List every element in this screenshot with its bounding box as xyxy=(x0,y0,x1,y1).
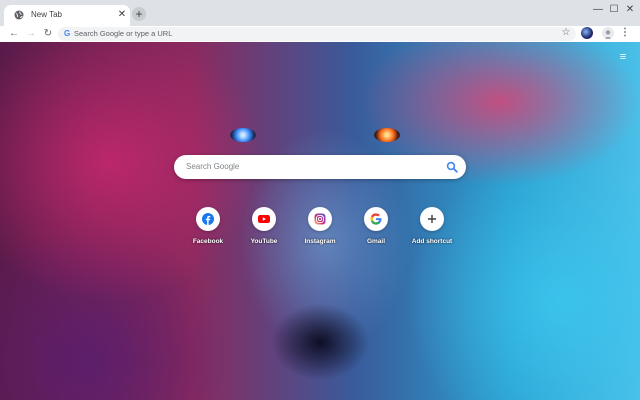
shortcut-tile[interactable] xyxy=(308,207,332,231)
omnibox[interactable]: G Search Google or type a URL xyxy=(58,27,576,41)
shortcut-facebook[interactable]: Facebook xyxy=(179,207,237,249)
plus-icon xyxy=(427,214,437,224)
profile-avatar-icon[interactable] xyxy=(602,27,614,39)
youtube-icon xyxy=(258,215,270,223)
shortcut-label: YouTube xyxy=(250,238,278,245)
new-tab-page: ≡ Search Google Facebook YouTube Instagr… xyxy=(0,42,640,400)
shortcut-tile[interactable] xyxy=(420,207,444,231)
toolbar: ← → ↻ G Search Google or type a URL xyxy=(0,26,640,42)
window-close-button[interactable]: ✕ xyxy=(622,3,638,17)
search-icon[interactable] xyxy=(446,161,458,173)
maximize-button[interactable]: ☐ xyxy=(606,3,622,17)
facebook-icon xyxy=(202,213,214,225)
tab-close-icon[interactable]: ✕ xyxy=(116,9,128,21)
wallpaper-left-eye xyxy=(230,128,256,142)
shortcut-add[interactable]: Add shortcut xyxy=(403,207,461,249)
reload-button[interactable]: ↻ xyxy=(41,27,55,41)
search-placeholder[interactable]: Search Google xyxy=(186,162,239,172)
wallpaper-right-eye xyxy=(374,128,400,142)
shortcut-gmail[interactable]: Gmail xyxy=(347,207,405,249)
minimize-button[interactable]: — xyxy=(590,3,606,17)
tab-new-tab[interactable]: New Tab ✕ xyxy=(4,5,130,26)
shortcut-youtube[interactable]: YouTube xyxy=(235,207,293,249)
shortcut-tile[interactable] xyxy=(252,207,276,231)
bookmark-star-icon[interactable]: ☆ xyxy=(560,27,572,39)
customize-menu-icon[interactable]: ≡ xyxy=(617,52,629,63)
forward-button[interactable]: → xyxy=(24,27,38,41)
shortcut-tile[interactable] xyxy=(196,207,220,231)
new-tab-button[interactable]: + xyxy=(132,7,146,21)
globe-icon xyxy=(14,10,24,20)
google-search-box[interactable]: Search Google xyxy=(174,155,466,179)
back-button[interactable]: ← xyxy=(7,27,21,41)
extension-icon[interactable] xyxy=(581,27,593,39)
shortcut-label: Facebook xyxy=(192,238,224,245)
shortcut-tile[interactable] xyxy=(364,207,388,231)
tab-strip: New Tab ✕ + — ☐ ✕ xyxy=(0,0,640,26)
tab-title: New Tab xyxy=(31,10,62,19)
google-g-icon: G xyxy=(64,29,71,38)
shortcut-instagram[interactable]: Instagram xyxy=(291,207,349,249)
chrome-menu-icon[interactable]: ⋮ xyxy=(620,27,630,39)
omnibox-placeholder[interactable]: Search Google or type a URL xyxy=(74,29,172,39)
instagram-icon xyxy=(314,213,326,225)
shortcut-label: Instagram xyxy=(304,238,336,245)
shortcut-label: Add shortcut xyxy=(411,238,453,245)
shortcut-label: Gmail xyxy=(366,238,386,245)
google-icon xyxy=(370,213,382,225)
